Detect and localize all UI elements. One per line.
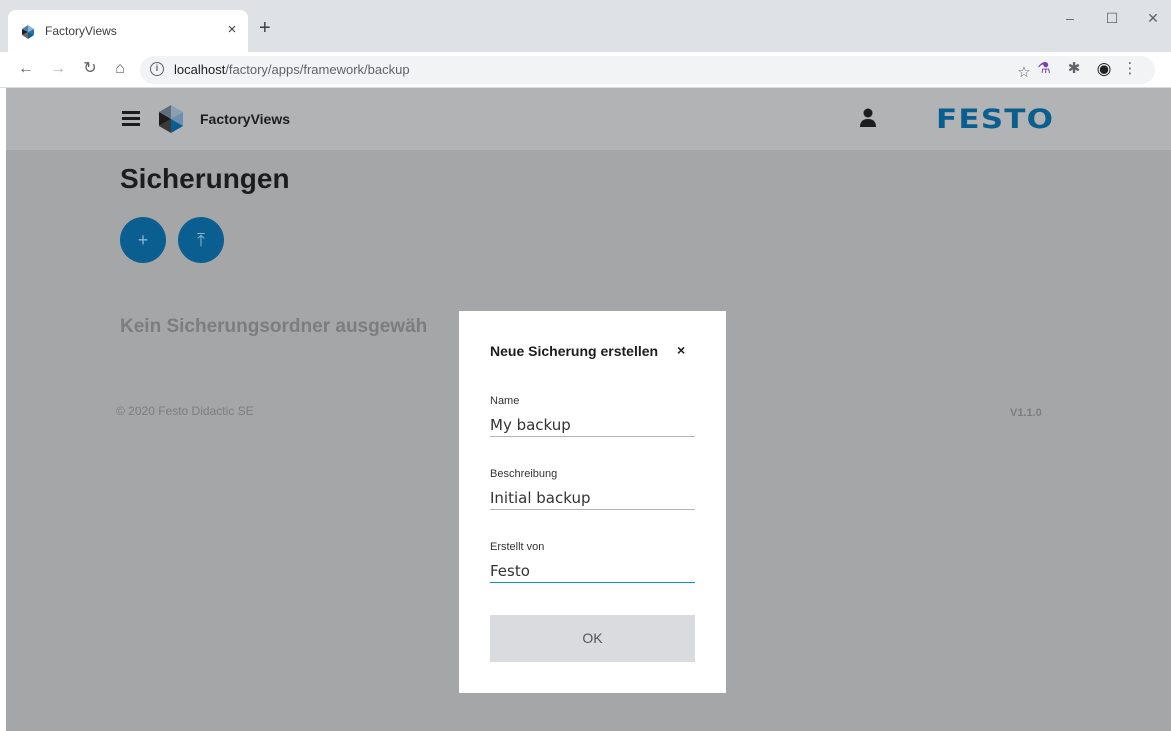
name-field[interactable] bbox=[490, 413, 695, 437]
forward-arrow-icon[interactable]: → bbox=[48, 60, 68, 78]
browser-tabstrip: FactoryViews × + – ☐ ✕ bbox=[0, 0, 1171, 52]
browser-tab[interactable]: FactoryViews × bbox=[8, 10, 248, 52]
app-header: FactoryViews FESTO bbox=[6, 88, 1171, 150]
reload-icon[interactable]: ↻ bbox=[80, 60, 100, 78]
version-text: V1.1.0 bbox=[1010, 407, 1042, 419]
dialog-title: Neue Sicherung erstellen bbox=[490, 343, 659, 359]
browser-toolbar: ← → ↻ ⌂ i localhost/factory/apps/framewo… bbox=[0, 52, 1171, 88]
name-field-label: Name bbox=[490, 395, 520, 407]
puzzle-extension-icon[interactable]: ✱ bbox=[1064, 60, 1084, 78]
tab-title: FactoryViews bbox=[45, 24, 117, 38]
factoryviews-logo-icon bbox=[159, 105, 183, 133]
factoryviews-favicon-icon bbox=[22, 25, 34, 39]
home-icon[interactable]: ⌂ bbox=[110, 60, 130, 78]
dialog-close-icon[interactable]: × bbox=[677, 342, 685, 358]
user-icon[interactable] bbox=[860, 108, 876, 128]
created-by-field[interactable] bbox=[490, 559, 695, 583]
hamburger-menu-icon[interactable] bbox=[122, 111, 140, 126]
maximize-button[interactable]: ☐ bbox=[1097, 10, 1127, 27]
created-by-field-label: Erstellt von bbox=[490, 541, 545, 553]
site-info-icon[interactable]: i bbox=[150, 62, 164, 76]
ok-button[interactable]: OK bbox=[490, 615, 695, 662]
url-host: localhost bbox=[174, 62, 226, 77]
close-window-button[interactable]: ✕ bbox=[1138, 10, 1168, 27]
description-field-label: Beschreibung bbox=[490, 468, 558, 480]
copyright-text: © 2020 Festo Didactic SE bbox=[116, 404, 254, 418]
add-backup-button[interactable]: + bbox=[120, 217, 166, 263]
bookmark-star-icon[interactable]: ☆ bbox=[1014, 64, 1034, 82]
festo-logo: FESTO bbox=[936, 104, 1055, 135]
app-name: FactoryViews bbox=[200, 111, 291, 127]
tab-close-icon[interactable]: × bbox=[222, 21, 242, 38]
minimize-button[interactable]: – bbox=[1055, 10, 1085, 26]
new-backup-dialog: Neue Sicherung erstellen × Name Beschrei… bbox=[459, 311, 726, 693]
upload-backup-button[interactable]: ⤒ bbox=[178, 217, 224, 263]
page-title: Sicherungen bbox=[120, 163, 290, 194]
flask-extension-icon[interactable]: ⚗ bbox=[1034, 60, 1054, 78]
new-tab-button[interactable]: + bbox=[259, 18, 271, 38]
more-menu-icon[interactable]: ⋮ bbox=[1120, 60, 1140, 78]
profile-icon[interactable]: ◉ bbox=[1094, 60, 1114, 78]
description-field[interactable] bbox=[490, 486, 695, 510]
empty-state-message: Kein Sicherungsordner ausgewäh bbox=[120, 316, 428, 337]
back-arrow-icon[interactable]: ← bbox=[16, 60, 36, 78]
url-text: localhost/factory/apps/framework/backup bbox=[174, 62, 410, 77]
url-path: /factory/apps/framework/backup bbox=[225, 62, 410, 77]
address-bar[interactable]: i localhost/factory/apps/framework/backu… bbox=[140, 56, 1155, 84]
